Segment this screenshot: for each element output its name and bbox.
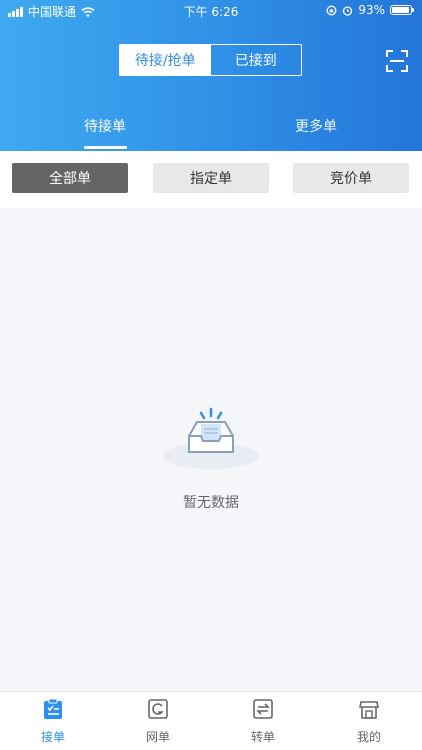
tab-web-orders[interactable]: 网单 — [128, 698, 188, 745]
bottom-tab-bar: 接单 网单 转单 我的 — [0, 691, 422, 750]
store-icon — [359, 701, 379, 719]
clipboard-list-icon — [44, 698, 62, 719]
order-segment-control: 待接/抢单 已接到 — [119, 44, 302, 76]
tab-label: 我的 — [356, 730, 381, 744]
status-bar: 中国联通 下午 6:26 93% — [0, 0, 422, 22]
subtabs: 待接单 更多单 — [0, 110, 422, 150]
battery-percent: 93% — [358, 3, 385, 17]
web-order-icon — [148, 699, 168, 719]
tab-receive-orders[interactable]: 接单 — [23, 698, 83, 745]
rotation-lock-icon — [326, 5, 337, 15]
tab-transfer-orders[interactable]: 转单 — [233, 698, 293, 745]
tab-label: 接单 — [40, 730, 65, 744]
tab-pending-orders[interactable]: 待接单 — [84, 116, 126, 136]
alarm-icon — [343, 5, 353, 16]
empty-inbox-icon — [163, 407, 259, 469]
filter-all-button[interactable]: 全部单 — [12, 163, 128, 193]
filter-bidding-button[interactable]: 竞价单 — [293, 163, 409, 193]
filter-bar: 全部单 指定单 竞价单 — [0, 151, 422, 208]
header: 中国联通 下午 6:26 93% 待接/抢单 已接到 待接单 更多单 — [0, 0, 422, 151]
tab-label: 网单 — [145, 730, 170, 744]
active-tab-underline — [84, 146, 127, 149]
transfer-icon — [253, 699, 273, 719]
tab-more-orders[interactable]: 更多单 — [295, 116, 337, 136]
empty-state-text: 暂无数据 — [183, 495, 239, 511]
tab-label: 转单 — [250, 730, 275, 744]
battery-icon — [390, 5, 414, 15]
filter-assigned-button[interactable]: 指定单 — [153, 163, 269, 193]
segment-pending[interactable]: 待接/抢单 — [120, 45, 211, 75]
empty-state — [0, 400, 422, 474]
scan-icon[interactable] — [386, 50, 408, 72]
segment-received[interactable]: 已接到 — [211, 45, 302, 75]
tab-mine[interactable]: 我的 — [339, 698, 399, 745]
